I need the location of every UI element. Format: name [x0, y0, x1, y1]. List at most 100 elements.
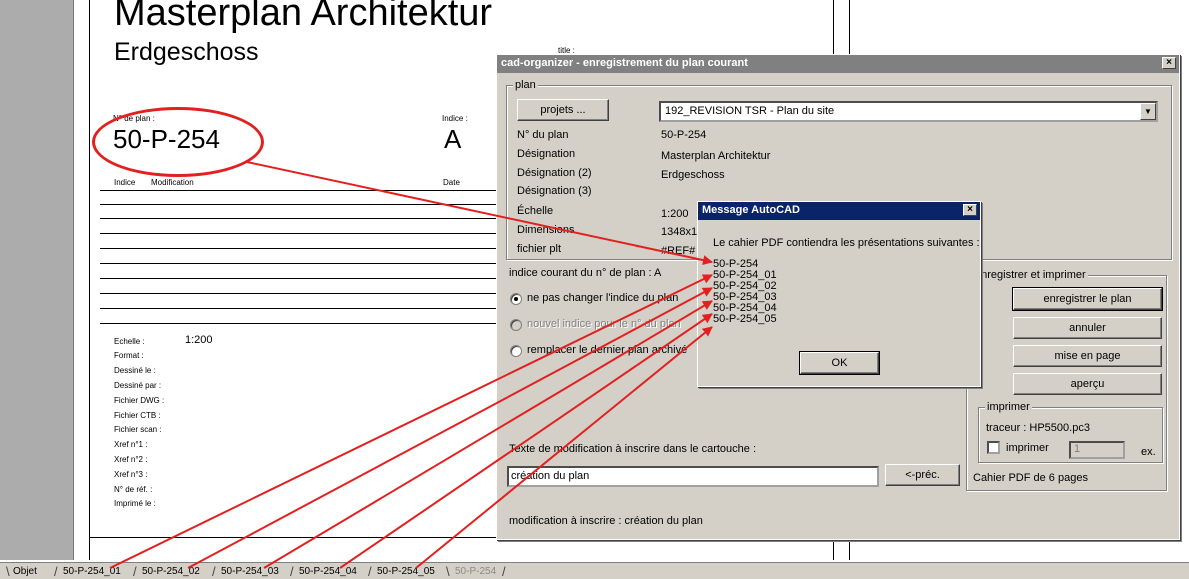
tab-50-p-254-05[interactable]: 50-P-254_05 — [377, 566, 435, 577]
paper-edge — [74, 0, 90, 560]
drawing-subtitle: Erdgeschoss — [114, 38, 259, 66]
field-dessine-le: Dessiné le : — [114, 366, 156, 375]
field-fichier-ctb: Fichier CTB : — [114, 411, 161, 420]
print-checkbox[interactable] — [987, 441, 1000, 454]
cancel-button[interactable]: annuler — [1013, 317, 1162, 339]
table-rule — [100, 293, 500, 294]
value-echelle: 1:200 — [661, 208, 689, 220]
tab-50-p-254-02[interactable]: 50-P-254_02 — [142, 566, 200, 577]
page-setup-button[interactable]: mise en page — [1013, 345, 1162, 367]
table-rule — [100, 204, 500, 205]
field-xref-2: Xref n°2 : — [114, 455, 148, 464]
print-group-label: imprimer — [985, 401, 1032, 413]
table-rule — [100, 190, 500, 191]
tab-50-p-254[interactable]: 50-P-254 — [455, 566, 496, 577]
layout-tab-bar: \ Objet / 50-P-254_01 / 50-P-254_02 / 50… — [0, 562, 1189, 579]
tab-separator: / — [133, 564, 137, 579]
print-checkbox-label[interactable]: imprimer — [1006, 442, 1049, 454]
chevron-down-icon[interactable]: ▼ — [1140, 103, 1156, 120]
modification-input[interactable]: création du plan — [507, 466, 879, 487]
value-designation: Masterplan Architektur — [661, 150, 771, 162]
value-fichier-plt: #REF# — [661, 245, 696, 257]
tab-objet[interactable]: Objet — [13, 566, 37, 577]
plotter-label: traceur : HP5500.pc3 — [986, 422, 1090, 434]
radio-replace-archived[interactable] — [510, 345, 522, 357]
label-designation-2: Désignation (2) — [517, 167, 592, 179]
table-rule — [100, 278, 500, 279]
drawing-title: Masterplan Architektur — [114, 0, 493, 34]
radio-new-indice[interactable] — [510, 319, 522, 331]
plan-number-highlight — [92, 107, 264, 177]
dialog-title: cad-organizer - enregistrement du plan c… — [501, 57, 748, 69]
radio-new-indice-label[interactable]: nouvel indice pour le n° du plan — [527, 318, 681, 330]
autocad-message-box: Message AutoCAD × Le cahier PDF contiend… — [697, 201, 981, 387]
field-fichier-scan: Fichier scan : — [114, 425, 162, 434]
field-xref-1: Xref n°1 : — [114, 440, 148, 449]
table-col-modification: Modification — [151, 178, 194, 187]
field-imprime-le: Imprimé le : — [114, 499, 156, 508]
table-rule — [100, 233, 500, 234]
value-dimensions: 1348x1 — [661, 226, 698, 238]
tab-separator: / — [368, 564, 372, 579]
table-col-indice: Indice — [114, 178, 136, 187]
copies-input[interactable]: 1 — [1069, 441, 1125, 459]
model-space-margin — [0, 0, 74, 560]
table-rule — [100, 263, 500, 264]
message-text: Le cahier PDF contiendra les présentatio… — [713, 237, 980, 249]
label-fichier-plt: fichier plt — [517, 243, 562, 255]
table-rule — [100, 218, 500, 219]
label-echelle: Échelle — [517, 205, 554, 217]
projets-button[interactable]: projets ... — [517, 99, 609, 121]
table-rule — [100, 323, 500, 324]
save-plan-button[interactable]: enregistrer le plan — [1012, 287, 1163, 311]
message-title: Message AutoCAD — [702, 204, 800, 216]
project-select-value: 192_REVISION TSR - Plan du site — [665, 105, 835, 117]
dialog-titlebar[interactable]: cad-organizer - enregistrement du plan c… — [497, 55, 1179, 73]
indice-label: Indice : — [442, 114, 468, 123]
close-icon[interactable]: × — [963, 204, 977, 216]
field-echelle: Echelle : — [114, 337, 145, 346]
ok-button[interactable]: OK — [799, 351, 880, 375]
previous-button[interactable]: <-préc. — [885, 464, 960, 486]
value-plan-number: 50-P-254 — [661, 129, 707, 141]
tab-separator: / — [290, 564, 294, 579]
presentation-list: 50-P-254 50-P-254_01 50-P-254_02 50-P-25… — [713, 259, 777, 325]
save-print-group-label: enregistrer et imprimer — [973, 269, 1088, 281]
field-dessine-par: Dessiné par : — [114, 381, 162, 390]
field-ref-number: N° de réf. : — [114, 485, 153, 494]
table-col-date: Date — [443, 178, 460, 187]
field-format: Format : — [114, 351, 144, 360]
close-icon[interactable]: × — [1162, 57, 1176, 69]
table-rule — [100, 308, 500, 309]
tab-separator: \ — [6, 564, 10, 579]
pdf-pages: Cahier PDF de 6 pages — [973, 472, 1088, 484]
tab-separator: / — [212, 564, 216, 579]
tab-separator: / — [502, 564, 506, 579]
tab-50-p-254-03[interactable]: 50-P-254_03 — [221, 566, 279, 577]
radio-keep-indice-label[interactable]: ne pas changer l'indice du plan — [527, 292, 678, 304]
label-designation-3: Désignation (3) — [517, 185, 592, 197]
field-echelle-value: 1:200 — [185, 334, 213, 346]
label-designation: Désignation — [517, 148, 576, 160]
indice-courant: indice courant du n° de plan : A — [509, 267, 662, 279]
radio-replace-archived-label[interactable]: remplacer le dernier plan archivé — [527, 344, 687, 356]
tab-separator: \ — [446, 564, 450, 579]
indice-value: A — [444, 124, 462, 154]
preview-button[interactable]: aperçu — [1013, 373, 1162, 395]
field-fichier-dwg: Fichier DWG : — [114, 396, 165, 405]
tab-50-p-254-04[interactable]: 50-P-254_04 — [299, 566, 357, 577]
label-dimensions: Dimensions — [517, 224, 575, 236]
value-designation-2: Erdgeschoss — [661, 169, 725, 181]
modification-status: modification à inscrire : création du pl… — [509, 515, 703, 527]
field-xref-3: Xref n°3 : — [114, 470, 148, 479]
label-plan-number: N° du plan — [517, 129, 569, 141]
modification-label: Texte de modification à inscrire dans le… — [509, 443, 757, 455]
tab-separator: / — [54, 564, 58, 579]
copies-unit: ex. — [1141, 446, 1156, 458]
radio-keep-indice[interactable] — [510, 293, 522, 305]
plan-group-label: plan — [513, 79, 538, 91]
list-item: 50-P-254_05 — [713, 313, 777, 325]
message-titlebar[interactable]: Message AutoCAD × — [698, 202, 980, 220]
tab-50-p-254-01[interactable]: 50-P-254_01 — [63, 566, 121, 577]
project-select[interactable]: 192_REVISION TSR - Plan du site ▼ — [659, 101, 1158, 122]
